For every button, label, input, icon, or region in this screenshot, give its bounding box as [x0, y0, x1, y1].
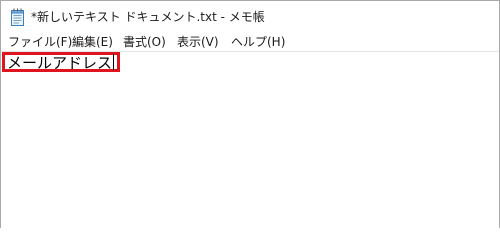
menu-view[interactable]: 表示(V) [176, 34, 220, 50]
title-bar[interactable]: *新しいテキスト ドキュメント.txt - メモ帳 [1, 1, 499, 33]
text-caret [113, 54, 115, 70]
menu-edit[interactable]: 編集(E) [71, 34, 114, 50]
notepad-icon [10, 8, 25, 26]
window-title: *新しいテキスト ドキュメント.txt - メモ帳 [31, 10, 265, 24]
menu-format[interactable]: 書式(O) [122, 34, 167, 50]
editor-content: メールアドレス [7, 54, 113, 72]
menu-help[interactable]: ヘルプ(H) [230, 34, 286, 50]
text-edit-area[interactable]: メールアドレス [1, 51, 499, 228]
menu-file[interactable]: ファイル(F) [7, 34, 73, 50]
notepad-window: *新しいテキスト ドキュメント.txt - メモ帳 ファイル(F) 編集(E) … [0, 0, 500, 228]
menu-bar: ファイル(F) 編集(E) 書式(O) 表示(V) ヘルプ(H) [1, 33, 499, 51]
editor-text[interactable]: メールアドレス [7, 54, 115, 72]
